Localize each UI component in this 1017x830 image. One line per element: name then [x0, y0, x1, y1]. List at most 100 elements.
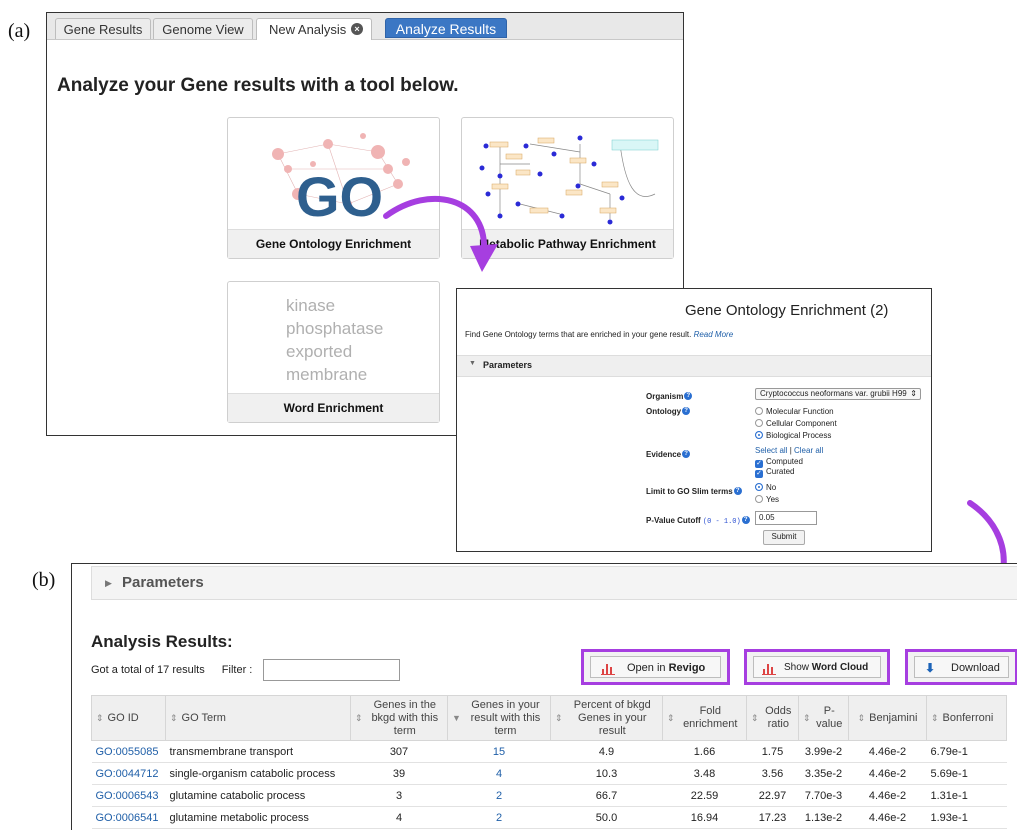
column-header-fold-enrichment[interactable]: ⇕ Fold enrichment: [662, 695, 747, 741]
fold-cell: 3.48: [662, 762, 747, 785]
evidence-select-links: Select all | Clear all: [755, 446, 824, 455]
help-icon[interactable]: ?: [741, 516, 750, 524]
parameters-label: Parameters: [122, 574, 204, 591]
evidence-label: Evidence?: [646, 450, 691, 459]
open-in-revigo-label: Open in Revigo: [627, 662, 706, 674]
column-header-percent-bkgd[interactable]: ⇕ Percent of bkgd Genes in your result: [550, 695, 663, 741]
odds-cell: 17.23: [746, 806, 799, 829]
show-word-cloud-button[interactable]: Show Word Cloud: [744, 649, 890, 685]
column-header-go-term[interactable]: ⇕ GO Term: [165, 695, 351, 741]
odds-cell: 3.56: [746, 762, 799, 785]
radio-icon: [755, 407, 763, 415]
filter-input[interactable]: [263, 659, 400, 681]
word-enrichment-card[interactable]: kinase phosphatase exported membrane Wor…: [227, 281, 440, 423]
result-genes-link[interactable]: 2: [447, 806, 551, 829]
column-header-bkgd-genes[interactable]: ⇕ Genes in the bkgd with this term: [350, 695, 448, 741]
column-header-p-value[interactable]: ⇕ P-value: [798, 695, 849, 741]
parameters-collapsed-header[interactable]: ▶ Parameters: [91, 566, 1017, 600]
tab-new-analysis[interactable]: New Analysis ×: [256, 18, 372, 40]
column-header-result-genes[interactable]: ▼ Genes in your result with this term: [447, 695, 551, 741]
sort-icon: ⇕: [803, 712, 811, 723]
select-all-link[interactable]: Select all: [755, 446, 787, 455]
download-icon: ⬇: [925, 661, 936, 675]
organism-select[interactable]: Cryptococcus neoformans var. grubii H99 …: [755, 388, 921, 400]
odds-cell: 1.75: [746, 740, 799, 763]
close-icon[interactable]: ×: [351, 23, 363, 35]
radio-selected-icon: [755, 431, 763, 439]
bonferroni-cell: 6.79e-1: [926, 740, 1007, 763]
sort-icon: ⇕: [170, 712, 178, 723]
go-id-link[interactable]: GO:0006541: [91, 806, 166, 829]
go-slim-label: Limit to GO Slim terms?: [646, 487, 742, 496]
fold-cell: 22.59: [662, 784, 747, 807]
percent-cell: 10.3: [550, 762, 663, 785]
download-button[interactable]: ⬇ Download: [905, 649, 1017, 685]
column-header-benjamini[interactable]: ⇕ Benjamini: [848, 695, 927, 741]
result-count: Got a total of 17 results Filter :: [91, 664, 252, 676]
ontology-option-molecular[interactable]: Molecular Function: [755, 407, 834, 416]
sort-desc-icon: ▼: [452, 712, 461, 723]
radio-icon: [755, 495, 763, 503]
tab-gene-results[interactable]: Gene Results: [55, 18, 151, 39]
go-term-cell: glutamine catabolic process: [165, 784, 351, 807]
evidence-curated-checkbox[interactable]: ✓ Curated: [755, 467, 794, 478]
tab-bar: Gene Results Genome View New Analysis × …: [47, 13, 683, 40]
read-more-link[interactable]: Read More: [694, 330, 734, 339]
go-id-link[interactable]: GO:0006543: [91, 784, 166, 807]
results-table: ⇕ GO ID ⇕ GO Term ⇕ Genes in the bkgd with …: [91, 695, 1007, 829]
bkgd-genes-cell: 307: [350, 740, 448, 763]
help-icon[interactable]: ?: [682, 450, 691, 458]
sort-icon: ⇕: [555, 712, 563, 723]
column-header-go-id[interactable]: ⇕ GO ID: [91, 695, 166, 741]
page-headline: Analyze your Gene results with a tool be…: [57, 75, 459, 96]
result-genes-link[interactable]: 15: [447, 740, 551, 763]
pvalue-label: P-Value Cutoff (0 - 1.0)?: [646, 516, 750, 526]
result-genes-link[interactable]: 2: [447, 784, 551, 807]
go-slim-no-radio[interactable]: No: [755, 483, 776, 492]
column-header-odds-ratio[interactable]: ⇕ Odds ratio: [746, 695, 799, 741]
sort-icon: ⇕: [857, 712, 866, 723]
pvalue-input[interactable]: 0.05: [755, 511, 817, 525]
parameters-section-header[interactable]: ▼ Parameters: [457, 355, 931, 377]
tab-new-analysis-label: New Analysis: [269, 22, 347, 37]
word-item: phosphatase: [286, 319, 384, 338]
show-word-cloud-label: Show Word Cloud: [784, 662, 869, 673]
result-count-text: Got a total of 17 results: [91, 664, 205, 676]
submit-button[interactable]: Submit: [763, 530, 805, 545]
ontology-option-biological[interactable]: Biological Process: [755, 431, 831, 440]
description-text: Find Gene Ontology terms that are enrich…: [465, 330, 692, 339]
result-genes-link[interactable]: 4: [447, 762, 551, 785]
tab-genome-view[interactable]: Genome View: [153, 18, 253, 39]
analyze-results-button[interactable]: Analyze Results: [385, 18, 507, 38]
ontology-option-cellular[interactable]: Cellular Component: [755, 419, 837, 428]
table-row: GO:0055085 transmembrane transport 307 1…: [91, 740, 1007, 763]
go-term-cell: glutamine metabolic process: [165, 806, 351, 829]
bonferroni-cell: 1.93e-1: [926, 806, 1007, 829]
word-cloud-preview: kinase phosphatase exported membrane: [286, 294, 383, 386]
p-value-cell: 3.35e-2: [798, 762, 849, 785]
checkbox-checked-icon: ✓: [755, 470, 763, 478]
organism-label: Organism?: [646, 392, 693, 401]
sort-icon: ⇕: [751, 712, 759, 723]
go-id-link[interactable]: GO:0044712: [91, 762, 166, 785]
button-face: Open in Revigo: [590, 656, 721, 678]
percent-cell: 50.0: [550, 806, 663, 829]
word-item: kinase: [286, 296, 336, 315]
help-icon[interactable]: ?: [682, 407, 691, 415]
parameters-label: Parameters: [483, 360, 533, 370]
column-header-bonferroni[interactable]: ⇕ Bonferroni: [926, 695, 1007, 741]
sort-icon: ⇕: [667, 712, 675, 723]
word-item: exported: [286, 342, 353, 361]
bonferroni-cell: 1.31e-1: [926, 784, 1007, 807]
clear-all-link[interactable]: Clear all: [794, 446, 823, 455]
p-value-cell: 3.99e-2: [798, 740, 849, 763]
help-icon[interactable]: ?: [684, 392, 693, 400]
go-id-link[interactable]: GO:0055085: [91, 740, 166, 763]
fold-cell: 1.66: [662, 740, 747, 763]
benjamini-cell: 4.46e-2: [848, 740, 927, 763]
help-icon[interactable]: ?: [733, 487, 742, 495]
open-in-revigo-button[interactable]: Open in Revigo: [581, 649, 730, 685]
benjamini-cell: 4.46e-2: [848, 806, 927, 829]
go-slim-yes-radio[interactable]: Yes: [755, 495, 779, 504]
radio-icon: [755, 419, 763, 427]
